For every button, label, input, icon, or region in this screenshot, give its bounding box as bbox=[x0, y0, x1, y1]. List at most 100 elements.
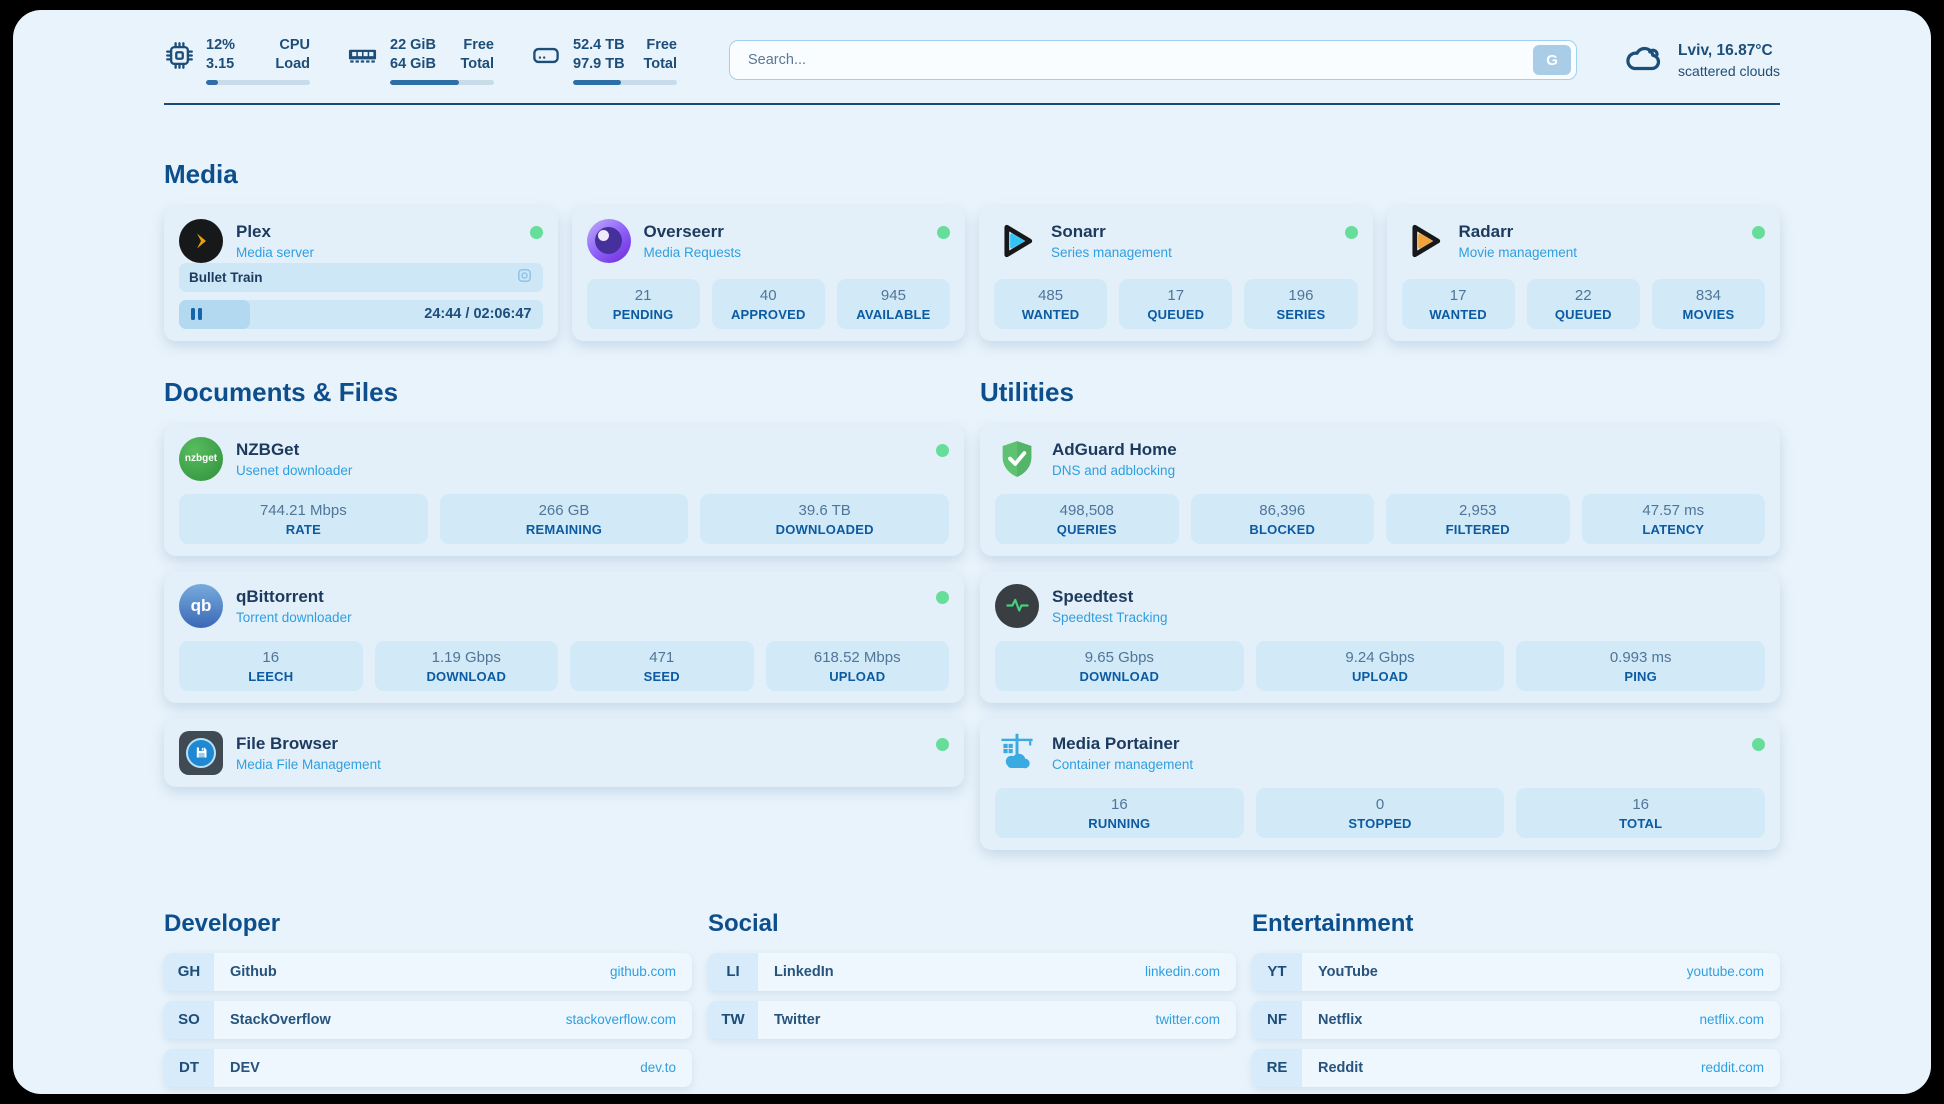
stat-value: 0 bbox=[1260, 796, 1501, 813]
weather-widget: Lviv, 16.87°C scattered clouds bbox=[1623, 41, 1780, 80]
link-url: netflix.com bbox=[1699, 1001, 1780, 1039]
portainer-card[interactable]: Media Portainer Container management 16 … bbox=[980, 719, 1780, 850]
stat-box: 40 APPROVED bbox=[712, 279, 825, 329]
link-name: Reddit bbox=[1302, 1049, 1701, 1087]
memory-total-value: 64 GiB bbox=[390, 55, 436, 74]
google-search-button[interactable]: G bbox=[1533, 45, 1571, 75]
adguard-card[interactable]: AdGuard Home DNS and adblocking 498,508 … bbox=[980, 425, 1780, 556]
dashboard-page: 12% 3.15 CPU Load bbox=[13, 10, 1931, 1094]
filebrowser-icon bbox=[179, 731, 223, 775]
radarr-subtitle: Movie management bbox=[1459, 245, 1740, 260]
link-abbr: NF bbox=[1252, 1001, 1302, 1039]
adguard-shield-icon bbox=[995, 437, 1039, 481]
radarr-card[interactable]: Radarr Movie management 17 WANTED 22 QUE… bbox=[1387, 207, 1781, 341]
stat-label: DOWNLOAD bbox=[999, 669, 1240, 684]
plex-progress-fill bbox=[179, 300, 250, 329]
disk-drive-icon bbox=[530, 40, 562, 76]
link-row-github[interactable]: GH Github github.com bbox=[164, 953, 692, 991]
entertainment-links-section: Entertainment YT YouTube youtube.com NF … bbox=[1252, 910, 1780, 1094]
qbittorrent-status-dot bbox=[936, 591, 949, 604]
cpu-load-value: 3.15 bbox=[206, 55, 235, 74]
view-session-icon[interactable] bbox=[516, 267, 533, 287]
filebrowser-card[interactable]: File Browser Media File Management bbox=[164, 719, 964, 787]
stat-value: 17 bbox=[1123, 287, 1228, 304]
stat-value: 17 bbox=[1406, 287, 1511, 304]
sonarr-card[interactable]: Sonarr Series management 485 WANTED 17 Q… bbox=[979, 207, 1373, 341]
link-row-dev[interactable]: DT DEV dev.to bbox=[164, 1049, 692, 1087]
cpu-usage-value: 12% bbox=[206, 36, 235, 55]
speedtest-card[interactable]: Speedtest Speedtest Tracking 9.65 Gbps D… bbox=[980, 572, 1780, 703]
filebrowser-status-dot bbox=[936, 738, 949, 751]
stat-value: 471 bbox=[574, 649, 750, 666]
social-links-section: Social LI LinkedIn linkedin.com TW Twitt… bbox=[708, 910, 1236, 1094]
entertainment-heading: Entertainment bbox=[1252, 910, 1780, 938]
stat-value: 86,396 bbox=[1195, 502, 1371, 519]
link-row-stackoverflow[interactable]: SO StackOverflow stackoverflow.com bbox=[164, 1001, 692, 1039]
stat-box: 39.6 TB DOWNLOADED bbox=[700, 494, 949, 544]
link-url: github.com bbox=[610, 953, 692, 991]
disk-total-value: 97.9 TB bbox=[573, 55, 625, 74]
plex-progress-bar: 24:44 / 02:06:47 bbox=[179, 300, 543, 329]
link-row-reddit[interactable]: RE Reddit reddit.com bbox=[1252, 1049, 1780, 1087]
stat-label: TOTAL bbox=[1520, 816, 1761, 831]
pause-icon[interactable] bbox=[191, 308, 202, 320]
stat-label: LEECH bbox=[183, 669, 359, 684]
cpu-widget: 12% 3.15 CPU Load bbox=[164, 36, 310, 85]
link-url: youtube.com bbox=[1687, 953, 1780, 991]
sonarr-title: Sonarr bbox=[1051, 222, 1332, 242]
link-name: Github bbox=[214, 953, 610, 991]
link-row-linkedin[interactable]: LI LinkedIn linkedin.com bbox=[708, 953, 1236, 991]
link-row-twitter[interactable]: TW Twitter twitter.com bbox=[708, 1001, 1236, 1039]
stat-box: 618.52 Mbps UPLOAD bbox=[766, 641, 950, 691]
qbittorrent-icon: qb bbox=[179, 584, 223, 628]
stat-label: RATE bbox=[183, 522, 424, 537]
search-input[interactable] bbox=[746, 51, 1533, 69]
speedtest-title: Speedtest bbox=[1052, 587, 1765, 607]
memory-progress-fill bbox=[390, 80, 459, 85]
system-widgets: 12% 3.15 CPU Load bbox=[164, 36, 677, 85]
disk-progress-fill bbox=[573, 80, 621, 85]
link-abbr: GH bbox=[164, 953, 214, 991]
search-box: G bbox=[729, 40, 1577, 80]
sonarr-status-dot bbox=[1345, 226, 1358, 239]
cpu-label: CPU bbox=[275, 36, 310, 55]
weather-condition: scattered clouds bbox=[1678, 63, 1780, 79]
stat-box: 9.65 Gbps DOWNLOAD bbox=[995, 641, 1244, 691]
stat-value: 39.6 TB bbox=[704, 502, 945, 519]
overseerr-card[interactable]: Overseerr Media Requests 21 PENDING 40 A… bbox=[572, 207, 966, 341]
stat-box: 17 QUEUED bbox=[1119, 279, 1232, 329]
stat-label: DOWNLOADED bbox=[704, 522, 945, 537]
plex-card[interactable]: Plex Media server Bullet Train bbox=[164, 207, 558, 341]
cpu-chip-icon bbox=[164, 40, 195, 76]
nzbget-icon: nzbget bbox=[179, 437, 223, 481]
disk-free-value: 52.4 TB bbox=[573, 36, 625, 55]
stat-box: 0 STOPPED bbox=[1256, 788, 1505, 838]
radarr-icon bbox=[1402, 219, 1446, 263]
stat-label: APPROVED bbox=[716, 307, 821, 322]
stat-value: 40 bbox=[716, 287, 821, 304]
overseerr-subtitle: Media Requests bbox=[644, 245, 925, 260]
qbittorrent-title: qBittorrent bbox=[236, 587, 923, 607]
link-row-youtube[interactable]: YT YouTube youtube.com bbox=[1252, 953, 1780, 991]
stat-box: 471 SEED bbox=[570, 641, 754, 691]
link-row-netflix[interactable]: NF Netflix netflix.com bbox=[1252, 1001, 1780, 1039]
overseerr-icon bbox=[587, 219, 631, 263]
overseerr-status-dot bbox=[937, 226, 950, 239]
sonarr-subtitle: Series management bbox=[1051, 245, 1332, 260]
stat-box: 86,396 BLOCKED bbox=[1191, 494, 1375, 544]
stat-label: FILTERED bbox=[1390, 522, 1566, 537]
link-abbr: DT bbox=[164, 1049, 214, 1087]
stat-box: 485 WANTED bbox=[994, 279, 1107, 329]
plex-now-playing-row: Bullet Train bbox=[179, 263, 543, 292]
stat-box: 16 TOTAL bbox=[1516, 788, 1765, 838]
stat-label: UPLOAD bbox=[1260, 669, 1501, 684]
cpu-progress-fill bbox=[206, 80, 218, 85]
portainer-subtitle: Container management bbox=[1052, 757, 1739, 772]
speedtest-subtitle: Speedtest Tracking bbox=[1052, 610, 1765, 625]
speedtest-pulse-icon bbox=[995, 584, 1039, 628]
qbittorrent-card[interactable]: qb qBittorrent Torrent downloader 16 LEE… bbox=[164, 572, 964, 703]
utilities-section-heading: Utilities bbox=[980, 377, 1780, 408]
nzbget-card[interactable]: nzbget NZBGet Usenet downloader 744.21 M… bbox=[164, 425, 964, 556]
stat-box: 22 QUEUED bbox=[1527, 279, 1640, 329]
stat-value: 21 bbox=[591, 287, 696, 304]
